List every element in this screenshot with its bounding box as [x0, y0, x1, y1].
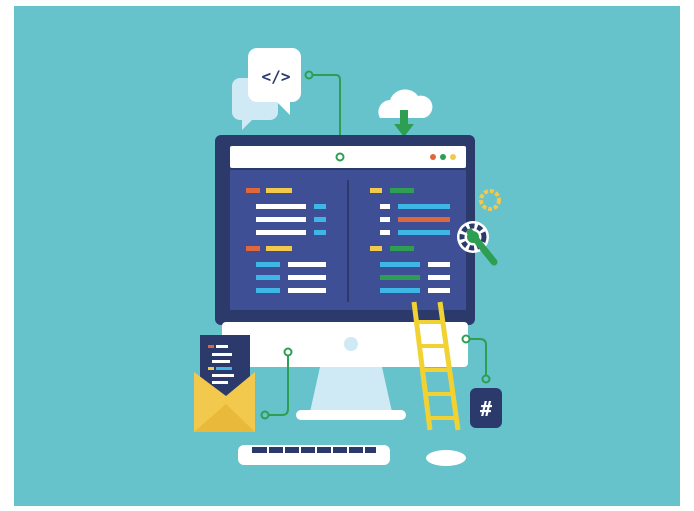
- web-development-illustration: </> #: [0, 0, 694, 511]
- connector-node: [283, 347, 293, 357]
- mouse: [426, 450, 466, 466]
- browser-dot-green: [440, 154, 446, 160]
- connector-node: [461, 334, 471, 344]
- browser-dot-red: [430, 154, 436, 160]
- power-button-icon: [344, 337, 358, 351]
- connector-node: [260, 410, 270, 420]
- hashtag-icon: #: [480, 397, 492, 421]
- envelope-icon: [194, 335, 255, 432]
- browser-dot-yellow: [450, 154, 456, 160]
- keyboard: [238, 445, 390, 465]
- hashtag-badge: #: [470, 388, 502, 428]
- monitor-stand: [310, 367, 392, 412]
- connector-node: [304, 70, 314, 80]
- connector-node: [335, 152, 345, 162]
- connector-node: [481, 374, 491, 384]
- monitor-base: [296, 410, 406, 420]
- code-tag-label: </>: [262, 67, 291, 86]
